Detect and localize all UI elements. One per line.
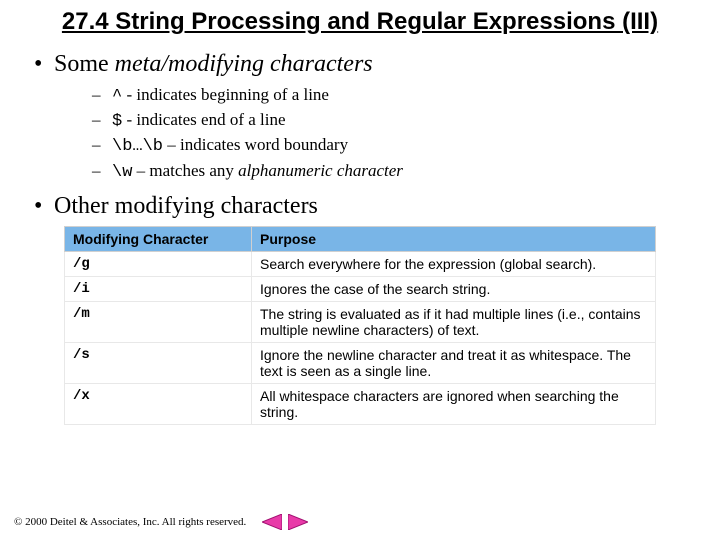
cell-char: /i [65,276,252,301]
cell-purpose: Ignores the case of the search string. [252,276,656,301]
cell-char: /s [65,342,252,383]
sub-bullet: $ - indicates end of a line [30,109,690,132]
slide-title: 27.4 String Processing and Regular Expre… [0,0,720,37]
text: – matches any [132,161,238,180]
text: Some [54,51,115,77]
text: - indicates beginning of a line [122,85,329,104]
table-row: /s Ignore the newline character and trea… [65,342,656,383]
code: \b…\b [112,137,163,156]
arrow-left-icon [262,514,282,530]
code: $ [112,112,122,131]
slide-body: Some meta/modifying characters ^ - indic… [0,37,720,425]
text-em: alphanumeric character [238,161,403,180]
bullet-other-chars: Other modifying characters [30,193,690,220]
table-row: /i Ignores the case of the search string… [65,276,656,301]
th-modifying-character: Modifying Character [65,226,252,251]
sub-bullet: \w – matches any alphanumeric character [30,160,690,183]
cell-purpose: The string is evaluated as if it had mul… [252,301,656,342]
cell-purpose: All whitespace characters are ignored wh… [252,383,656,424]
cell-purpose: Ignore the newline character and treat i… [252,342,656,383]
arrow-right-icon [288,514,308,530]
copyright-text: © 2000 Deitel & Associates, Inc. All rig… [14,516,246,528]
modifiers-table-wrap: Modifying Character Purpose /g Search ev… [64,226,656,425]
modifiers-table: Modifying Character Purpose /g Search ev… [64,226,656,425]
code: \w [112,163,132,182]
table-row: /x All whitespace characters are ignored… [65,383,656,424]
table-row: /m The string is evaluated as if it had … [65,301,656,342]
bullet-meta-chars: Some meta/modifying characters [30,51,690,78]
th-purpose: Purpose [252,226,656,251]
nav-arrows [262,514,308,530]
cell-char: /x [65,383,252,424]
text-em: meta/modifying characters [115,51,373,77]
cell-purpose: Search everywhere for the expression (gl… [252,251,656,276]
text: - indicates end of a line [122,110,285,129]
text: – indicates word boundary [163,135,348,154]
sub-bullet: \b…\b – indicates word boundary [30,134,690,157]
cell-char: /g [65,251,252,276]
sub-bullet: ^ - indicates beginning of a line [30,84,690,107]
slide-footer: © 2000 Deitel & Associates, Inc. All rig… [14,514,308,530]
table-row: /g Search everywhere for the expression … [65,251,656,276]
next-arrow-button[interactable] [288,514,308,530]
prev-arrow-button[interactable] [262,514,282,530]
cell-char: /m [65,301,252,342]
code: ^ [112,87,122,106]
